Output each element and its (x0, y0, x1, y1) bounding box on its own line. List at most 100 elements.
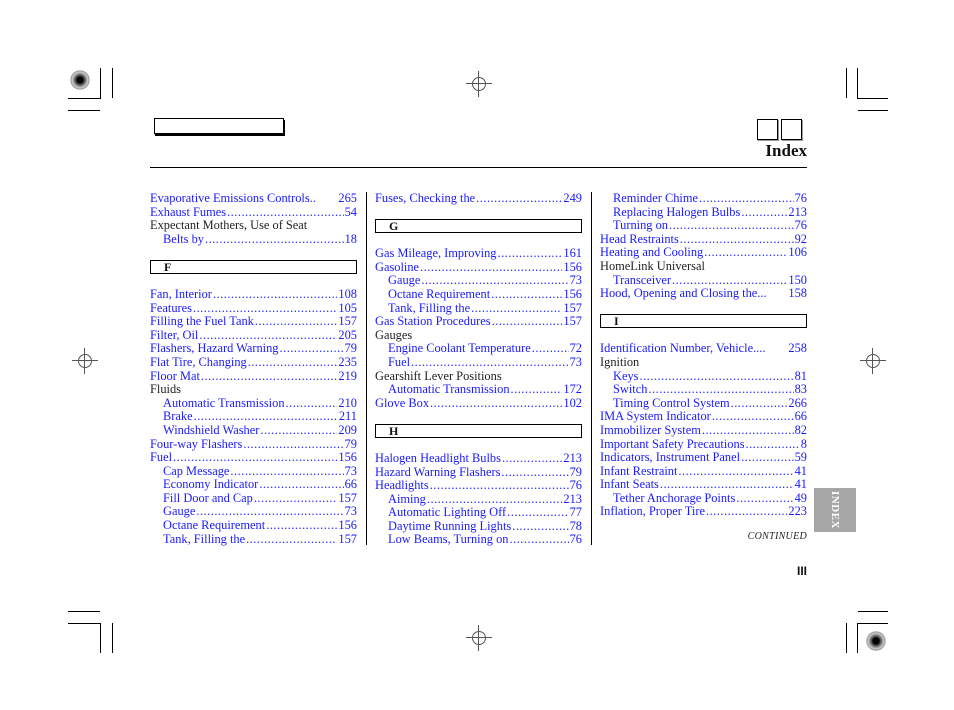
index-entry-link[interactable]: IMA System Indicator 66 (600, 410, 807, 424)
index-entry-link[interactable]: Hood, Opening and Closing the... 158 (600, 287, 807, 301)
crop-mark (846, 68, 847, 98)
entry-page-number: 79 (569, 464, 582, 479)
dot-leader (672, 274, 787, 288)
index-entry-link[interactable]: Timing Control System 266 (600, 396, 807, 411)
index-entry-link[interactable]: Tether Anchorage Points 49 (600, 491, 807, 506)
entry-text: Gas Mileage, Improving (375, 246, 497, 261)
entry-text: Flashers, Hazard Warning (150, 341, 279, 356)
index-entry-link[interactable]: Indicators, Instrument Panel 59 (600, 450, 807, 465)
index-entry-link[interactable]: Floor Mat 219 (150, 369, 357, 384)
index-entry-link[interactable]: Evaporative Emissions Controls.. 265 (150, 191, 357, 206)
nav-square-button[interactable] (781, 119, 802, 140)
index-entry-link[interactable]: Replacing Halogen Bulbs 213 (600, 204, 807, 220)
index-entry-link[interactable]: Switch 83 (600, 383, 807, 397)
entry-text: Automatic Transmission (388, 382, 510, 397)
index-entry-link[interactable]: Inflation, Proper Tire 223 (600, 505, 807, 519)
entry-page-number: 213 (788, 204, 807, 219)
index-entry-link[interactable]: Halogen Headlight Bulbs 213 (375, 451, 582, 466)
index-entry-link[interactable]: Low Beams, Turning on 76 (375, 533, 582, 547)
index-entry-link[interactable]: Turning on 76 (600, 219, 807, 233)
entry-text: Tank, Filling the (163, 531, 246, 546)
index-entry-link[interactable]: Filling the Fuel Tank 157 (150, 315, 357, 329)
index-entry-link[interactable]: Hazard Warning Flashers 79 (375, 464, 582, 480)
index-entry-link[interactable]: Gauge 73 (375, 274, 582, 288)
entry-text: Immobilizer System (600, 422, 701, 437)
index-entry-link[interactable]: Automatic Lighting Off 77 (375, 506, 582, 520)
entry-text: Gearshift Lever Positions (375, 368, 502, 383)
page-title: Index (765, 141, 807, 160)
entry-page-number: 172 (563, 382, 582, 397)
index-column-2: Fuses, Checking the 249 G Gas Mileage, Impr… (375, 191, 582, 547)
index-entry-link[interactable]: Daytime Running Lights 78 (375, 518, 582, 534)
index-entry-link[interactable]: Gasoline 156 (375, 260, 582, 275)
dot-leader (193, 302, 337, 316)
entry-text: Octane Requirement (163, 518, 266, 533)
index-entry-link[interactable]: Gas Mileage, Improving 161 (375, 247, 582, 261)
index-entry-link[interactable]: Infant Seats 41 (600, 478, 807, 492)
entry-page-number: 205 (338, 327, 357, 342)
entry-text: Fuses, Checking the (375, 191, 476, 205)
index-entry-link[interactable]: Exhaust Fumes 54 (150, 205, 357, 220)
column-divider (366, 192, 367, 545)
index-entry-link[interactable]: Windshield Washer 209 (150, 422, 357, 438)
index-entry-link[interactable]: Engine Coolant Temperature 72 (375, 342, 582, 356)
entry-text: Reminder Chime (613, 191, 698, 205)
entry-page-number: 156 (563, 286, 582, 301)
entry-page-number: 156 (338, 518, 357, 533)
entry-page-number: 79 (344, 436, 357, 451)
index-entry-link[interactable]: Gauge 73 (150, 505, 357, 519)
index-entry-link[interactable]: Fuses, Checking the 249 (375, 191, 582, 206)
index-entry-link[interactable]: Automatic Transmission 172 (375, 383, 582, 397)
registration-crosshair-left (72, 348, 98, 374)
index-entry-link[interactable]: Flashers, Hazard Warning 79 (150, 342, 357, 356)
index-entry-link[interactable]: Reminder Chime 76 (600, 191, 807, 206)
index-entry-link[interactable]: Aiming 213 (375, 492, 582, 507)
index-entry-link[interactable]: Fill Door and Cap 157 (150, 491, 357, 506)
index-entry-link[interactable]: Heating and Cooling 106 (600, 246, 807, 260)
index-entry-link[interactable]: Economy Indicator 66 (150, 478, 357, 492)
index-entry-link[interactable]: Infant Restraint 41 (600, 464, 807, 479)
index-entry-link[interactable]: Headlights 76 (375, 478, 582, 493)
crop-mark (68, 98, 101, 99)
index-entry-link[interactable]: Transceiver 150 (600, 273, 807, 288)
index-entry-link[interactable]: Identification Number, Vehicle.... 258 (600, 342, 807, 356)
index-entry-link[interactable]: Gas Station Procedures 157 (375, 315, 582, 329)
entry-page-number: 258 (788, 341, 807, 356)
index-entry-link[interactable]: Head Restraints 92 (600, 231, 807, 247)
dot-leader (704, 246, 787, 260)
index-entry-link[interactable]: Brake 211 (150, 410, 357, 424)
entry-page-number: 66 (344, 477, 357, 492)
nav-square-button[interactable] (757, 119, 778, 140)
entry-page-number: 209 (338, 422, 357, 437)
letter-heading: H (375, 423, 582, 438)
index-entry-link[interactable]: Fan, Interior 108 (150, 287, 357, 302)
index-entry-link[interactable]: Automatic Transmission 210 (150, 396, 357, 411)
index-entry-link[interactable]: Octane Requirement 156 (375, 286, 582, 302)
dot-leader (421, 274, 568, 288)
entry-page-number: 211 (338, 409, 357, 424)
entry-text: Filling the Fuel Tank (150, 314, 254, 329)
index-entry-link[interactable]: Belts by 18 (150, 232, 357, 247)
entry-page-number: 157 (563, 314, 582, 329)
index-entry-link[interactable]: Tank, Filling the 157 (150, 531, 357, 547)
index-entry-link[interactable]: Cap Message 73 (150, 464, 357, 479)
index-entry-link[interactable]: Octane Requirement 156 (150, 518, 357, 533)
index-entry-link[interactable]: Flat Tire, Changing 235 (150, 355, 357, 370)
index-entry-link[interactable]: Important Safety Precautions 8 (600, 437, 807, 452)
entry-page-number: 92 (794, 231, 807, 246)
index-side-tab[interactable]: INDEX (814, 488, 856, 532)
index-entry-link[interactable]: Immobilizer System 82 (600, 422, 807, 438)
index-entry-link[interactable]: Fuel 73 (375, 355, 582, 370)
entry-text: Low Beams, Turning on (388, 532, 509, 547)
index-entry-link[interactable]: Features 105 (150, 301, 357, 316)
index-entry-link[interactable]: Filter, Oil 205 (150, 327, 357, 343)
index-entry-link[interactable]: Four-way Flashers 79 (150, 436, 357, 452)
entry-text: Daytime Running Lights (388, 518, 512, 533)
index-entry-link[interactable]: Fuel 156 (150, 450, 357, 465)
entry-text: Automatic Lighting Off (388, 505, 507, 520)
index-entry-link[interactable]: Tank, Filling the 157 (375, 301, 582, 316)
dot-leader (260, 424, 337, 438)
index-entry-link[interactable]: Glove Box 102 (375, 396, 582, 411)
index-entry-link[interactable]: Keys 81 (600, 369, 807, 384)
entry-page-number: 158 (788, 286, 807, 301)
